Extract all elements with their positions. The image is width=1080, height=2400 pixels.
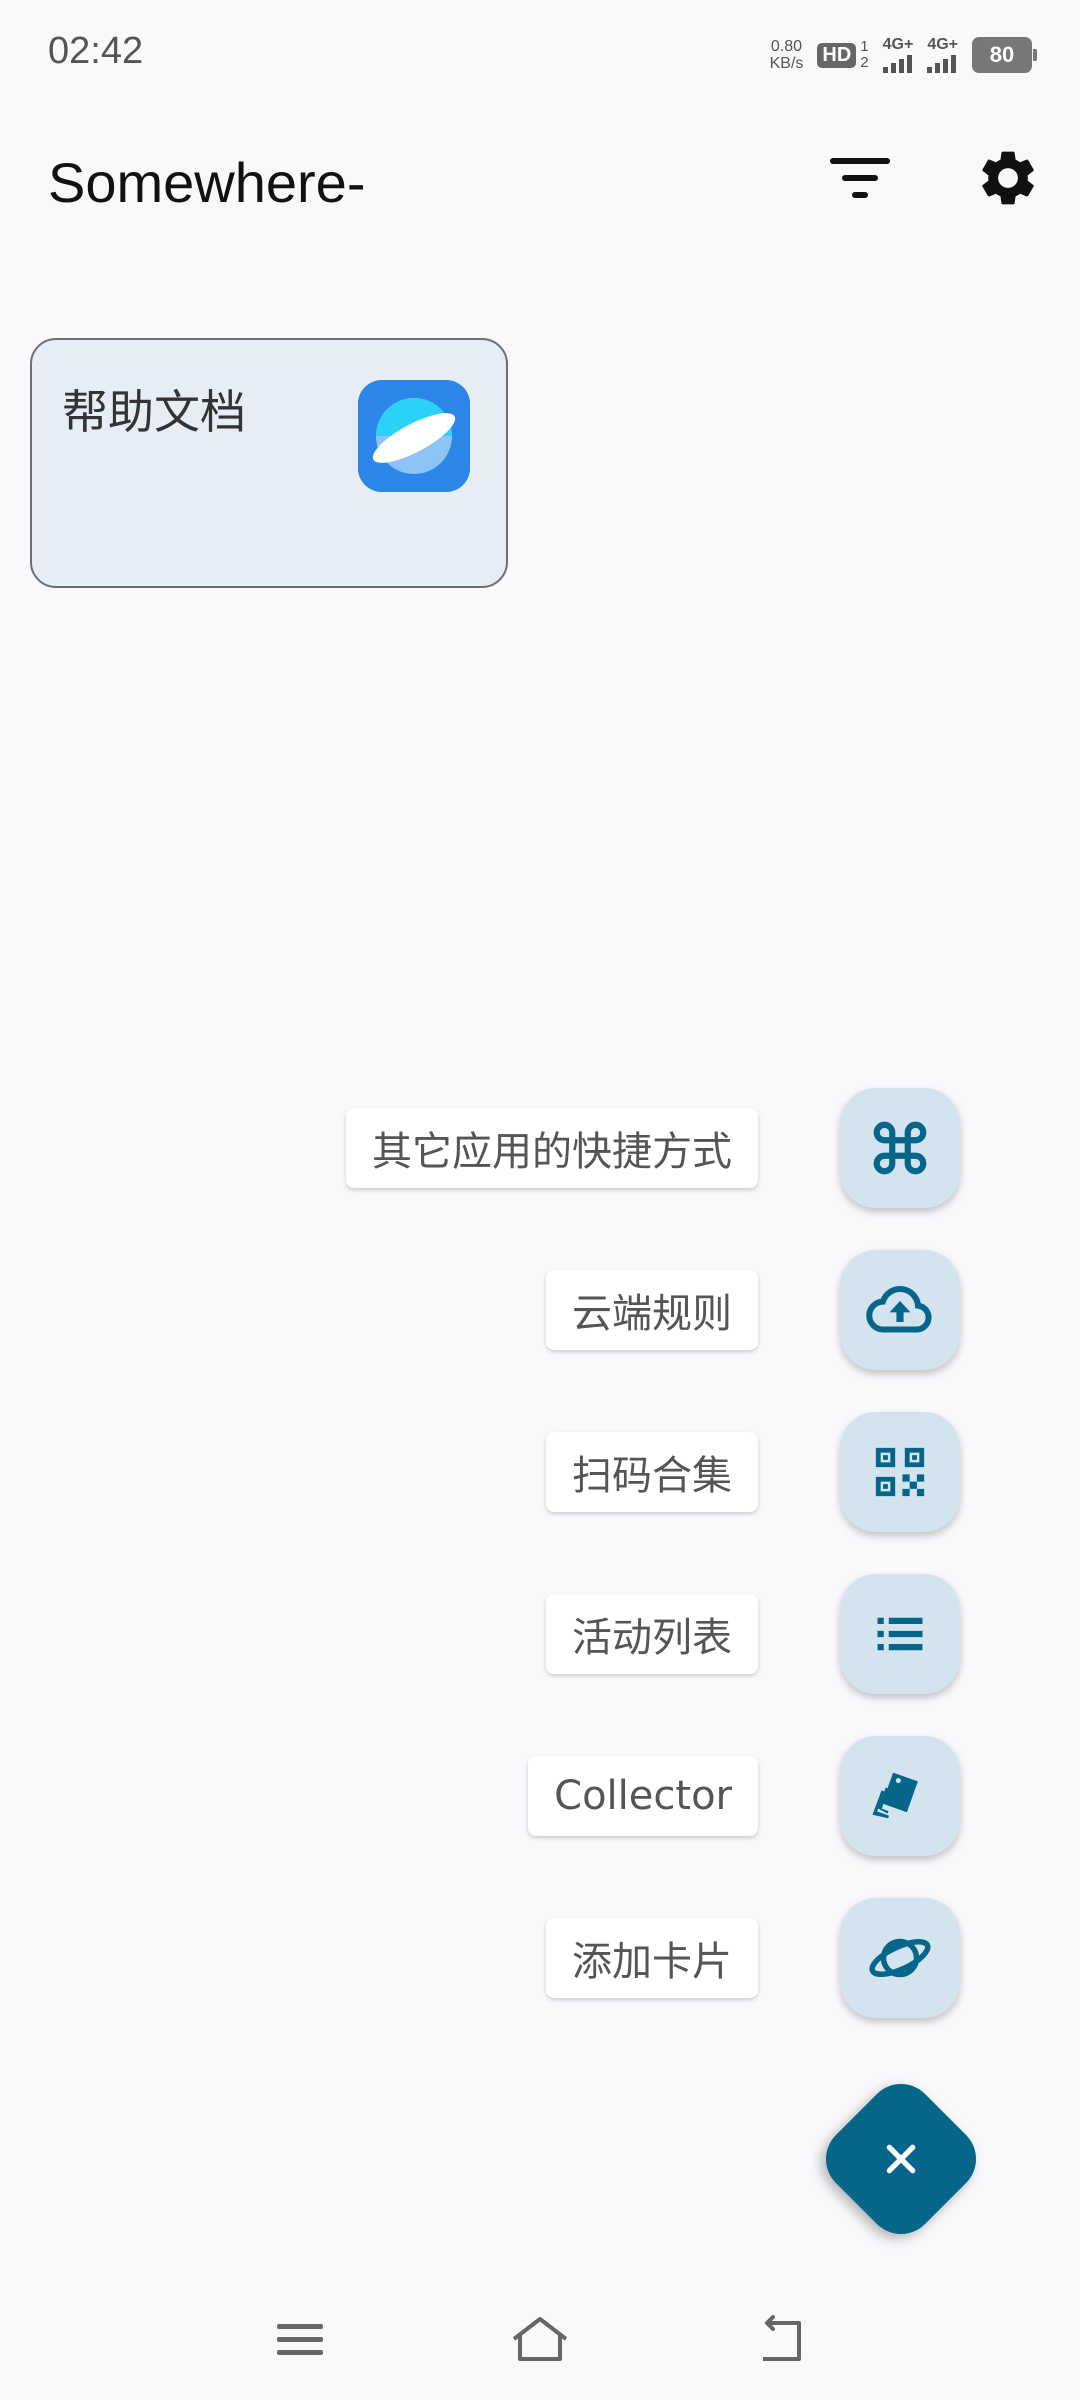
signal-1-label: 4G+ bbox=[882, 36, 914, 53]
card-help-docs[interactable]: 帮助文档 bbox=[30, 338, 508, 588]
planet-app-icon bbox=[358, 380, 470, 492]
qr-code-icon bbox=[875, 1447, 925, 1497]
signal-2-icon: 4G+ bbox=[927, 37, 958, 73]
dial-label-scan-collection[interactable]: 扫码合集 bbox=[546, 1432, 758, 1512]
nav-menu-button[interactable] bbox=[260, 2300, 340, 2380]
dial-label-collector[interactable]: Collector bbox=[528, 1756, 758, 1836]
filter-icon bbox=[830, 158, 890, 198]
signal-2-label: 4G+ bbox=[927, 36, 958, 53]
network-speed-unit: KB/s bbox=[769, 55, 804, 72]
cloud-upload-icon bbox=[866, 1286, 932, 1333]
status-time: 02:42 bbox=[48, 30, 144, 72]
battery-icon: 80 bbox=[972, 37, 1037, 73]
hd-icon: HD bbox=[817, 42, 857, 68]
dial-label-add-card[interactable]: 添加卡片 bbox=[546, 1918, 758, 1998]
dial-label-activity-list[interactable]: 活动列表 bbox=[546, 1594, 758, 1674]
card-title: 帮助文档 bbox=[62, 385, 246, 439]
nav-back-button[interactable] bbox=[740, 2300, 820, 2380]
app-title: Somewhere- bbox=[48, 151, 366, 214]
network-speed-value: 0.80 bbox=[770, 38, 803, 55]
list-icon bbox=[877, 1617, 923, 1651]
back-icon bbox=[763, 2315, 801, 2361]
dial-button-cloud-rules[interactable] bbox=[840, 1250, 960, 1370]
command-icon bbox=[873, 1121, 927, 1175]
close-icon bbox=[886, 2144, 916, 2174]
dial-label-shortcuts[interactable]: 其它应用的快捷方式 bbox=[346, 1108, 758, 1188]
dial-button-activity-list[interactable] bbox=[840, 1574, 960, 1694]
hd-sim-1: 1 bbox=[860, 38, 869, 55]
cards-icon bbox=[872, 1772, 918, 1819]
planet-icon bbox=[869, 1938, 931, 1978]
close-fab-button[interactable] bbox=[838, 2096, 964, 2222]
nav-home-button[interactable] bbox=[500, 2300, 580, 2380]
home-icon bbox=[512, 2317, 568, 2361]
gear-icon bbox=[982, 151, 1034, 205]
dial-button-add-card[interactable] bbox=[840, 1898, 960, 2018]
status-icons: 0.80 KB/s HD 1 2 4G+ 4G+ 80 bbox=[770, 34, 1037, 76]
dial-button-collector[interactable] bbox=[840, 1736, 960, 1856]
dial-label-cloud-rules[interactable]: 云端规则 bbox=[546, 1270, 758, 1350]
hd-sim-2: 2 bbox=[860, 54, 869, 71]
menu-icon bbox=[277, 2324, 323, 2355]
hd-sim-numbers: 1 2 bbox=[860, 39, 868, 71]
signal-1-icon: 4G+ bbox=[882, 36, 914, 73]
dial-button-scan-collection[interactable] bbox=[840, 1412, 960, 1532]
dial-button-shortcuts[interactable] bbox=[840, 1088, 960, 1208]
settings-button[interactable] bbox=[968, 138, 1048, 218]
filter-button[interactable] bbox=[820, 138, 900, 218]
network-speed: 0.80 KB/s bbox=[770, 38, 804, 72]
